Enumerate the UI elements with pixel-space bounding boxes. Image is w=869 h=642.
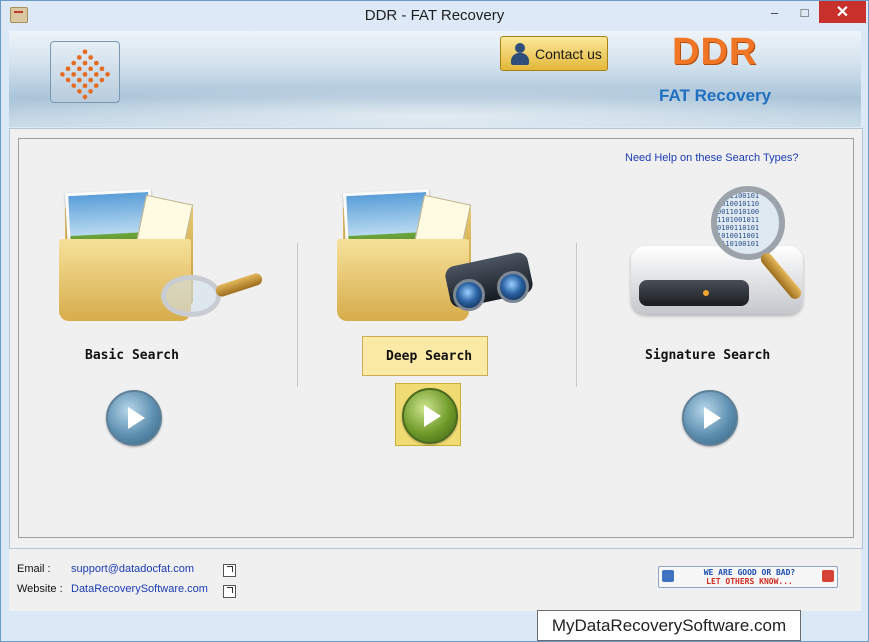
watermark-label: MyDataRecoverySoftware.com (537, 610, 801, 641)
window-title: DDR - FAT Recovery (364, 7, 505, 24)
product-name: FAT Recovery (659, 86, 772, 105)
thumbs-down-icon (822, 570, 834, 582)
signature-search-play-button[interactable] (682, 390, 738, 446)
brand-logo-text: DDR (672, 31, 758, 73)
deep-search-play-highlight (395, 383, 461, 446)
feedback-text: WE ARE GOOD OR BAD? LET OTHERS KNOW... (703, 568, 796, 586)
app-window: DDR - FAT Recovery – □ ✕ Contact us DDR … (0, 0, 869, 642)
help-link[interactable]: Need Help on these Search Types? (625, 152, 798, 164)
divider (297, 243, 298, 387)
footer: Email : support@datadocfat.com Website :… (9, 549, 861, 611)
header-banner: Contact us DDR FAT Recovery (9, 31, 861, 127)
basic-search-label[interactable]: Basic Search (85, 348, 179, 363)
maximize-button[interactable]: □ (791, 1, 818, 23)
folder-binoculars-icon (335, 187, 545, 332)
external-link-icon[interactable] (223, 564, 236, 577)
support-person-icon (511, 42, 529, 65)
minimize-button[interactable]: – (761, 1, 788, 23)
external-link-icon[interactable] (223, 585, 236, 598)
main-panel: Need Help on these Search Types? 0101100… (9, 128, 863, 549)
deep-search-label: Deep Search (386, 349, 473, 364)
feedback-button[interactable]: WE ARE GOOD OR BAD? LET OTHERS KNOW... (658, 566, 838, 588)
deep-search-play-button[interactable] (402, 388, 458, 444)
divider (576, 243, 577, 387)
thumbs-up-icon (662, 570, 674, 582)
close-button[interactable]: ✕ (819, 1, 866, 23)
email-label: Email : (17, 563, 51, 575)
binary-lens: 0101100101 1010010110 0011010100 1101001011… (711, 186, 785, 260)
search-type-panel: Need Help on these Search Types? 0101100… (18, 138, 854, 538)
folder-magnifier-icon (57, 187, 267, 332)
signature-search-label[interactable]: Signature Search (645, 348, 770, 363)
title-bar: DDR - FAT Recovery – □ ✕ (1, 1, 868, 31)
deep-search-option[interactable]: Deep Search (362, 336, 488, 376)
contact-us-button[interactable]: Contact us (500, 36, 608, 71)
basic-search-play-button[interactable] (106, 390, 162, 446)
contact-us-label: Contact us (535, 45, 602, 62)
email-link[interactable]: support@datadocfat.com (71, 563, 194, 575)
website-link[interactable]: DataRecoverySoftware.com (71, 583, 208, 595)
website-label: Website : (17, 583, 63, 595)
drive-magnifier-icon: 0101100101 1010010110 0011010100 1101001011… (623, 184, 813, 334)
app-logo-icon (50, 41, 120, 103)
